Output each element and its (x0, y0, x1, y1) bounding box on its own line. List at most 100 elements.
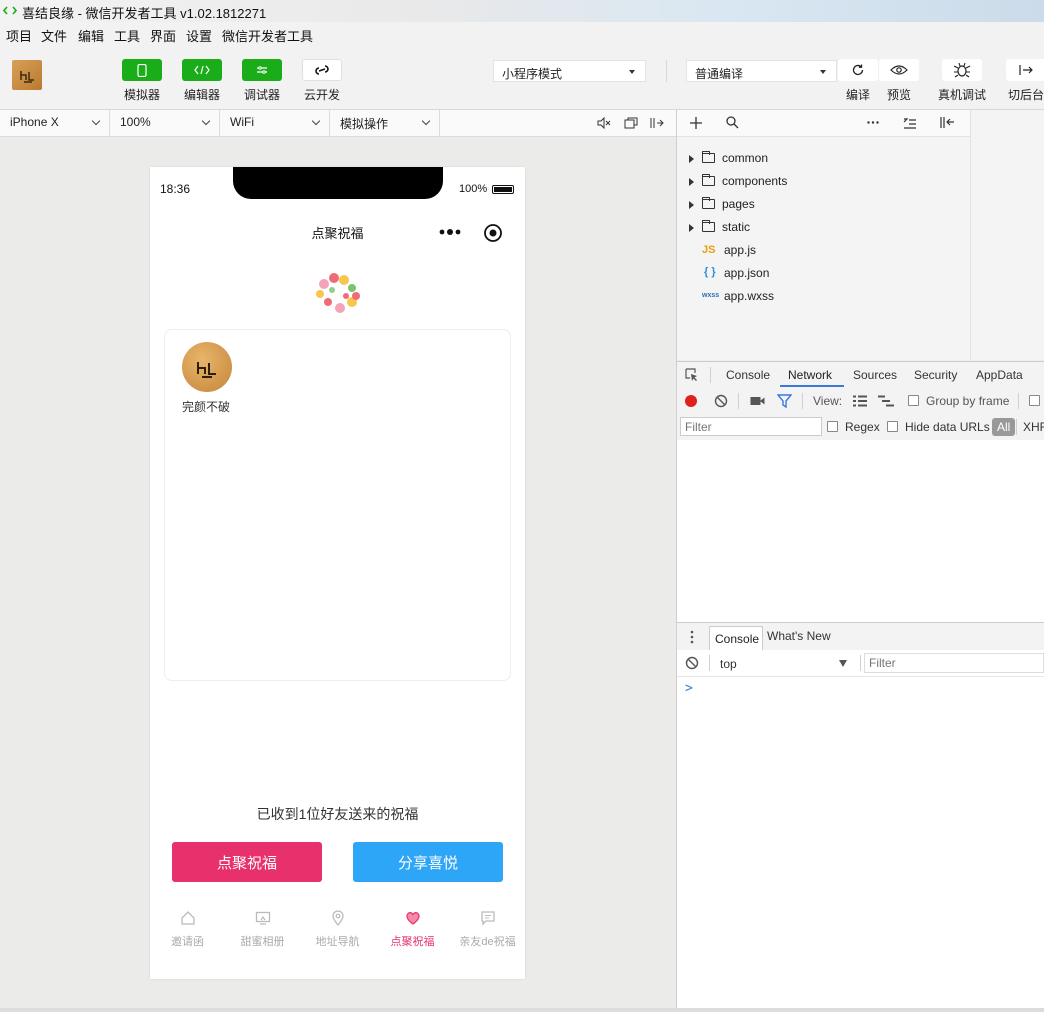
drawer-tab-label: Console (715, 632, 760, 646)
menu-item-file[interactable]: 文件 (41, 26, 67, 45)
tab-appdata[interactable]: AppData (976, 368, 1023, 382)
message-icon (480, 911, 495, 926)
context-select[interactable]: top (715, 653, 853, 673)
editor-button[interactable] (182, 59, 222, 81)
menu-item-interface[interactable]: 界面 (150, 26, 176, 45)
chevron-down-icon (311, 116, 321, 126)
tab-blessing[interactable]: 点聚祝福 (375, 910, 450, 949)
console-output[interactable]: > (677, 677, 1044, 1012)
search-icon[interactable] (726, 116, 739, 129)
tree-file-app-wxss[interactable]: wxss app.wxss (677, 285, 970, 307)
background-label: 切后台 (1007, 88, 1044, 102)
record-icon[interactable] (685, 395, 697, 407)
tab-invitation[interactable]: 邀请函 (150, 910, 225, 949)
list-view-icon[interactable] (853, 395, 867, 407)
tab-security[interactable]: Security (914, 368, 957, 382)
cloud-button[interactable] (302, 59, 342, 81)
status-battery: 100% (459, 183, 488, 195)
toolbar-divider (709, 655, 710, 671)
hide-panel-icon[interactable] (940, 116, 955, 129)
gather-blessing-button[interactable]: 点聚祝福 (172, 842, 322, 882)
expand-arrow-icon (689, 178, 694, 186)
regex-checkbox[interactable] (827, 421, 838, 432)
waterfall-view-icon[interactable] (878, 395, 894, 407)
toolbar-divider (1018, 393, 1019, 409)
clear-icon[interactable] (714, 394, 728, 408)
tree-folder-common[interactable]: common (677, 147, 970, 169)
drawer-tab-whats-new[interactable]: What's New (767, 629, 831, 643)
filter-all-button[interactable]: All (992, 418, 1016, 436)
home-icon (180, 911, 195, 925)
phone-notch (233, 167, 443, 199)
toolbar: 模拟器 编辑器 调试器 云开发 小程序模式 普通编译 编译 预览 真机调试 切后… (0, 46, 1044, 110)
close-capsule-icon[interactable] (483, 223, 503, 243)
drawer-menu-icon[interactable] (690, 630, 694, 644)
menu-item-tools[interactable]: 工具 (114, 26, 140, 45)
tab-sources[interactable]: Sources (853, 368, 897, 382)
editor-label: 编辑器 (183, 88, 220, 102)
simulator-toolbar: iPhone X 100% WiFi 模拟操作 (0, 110, 676, 137)
compile-mode-value: 普通编译 (695, 67, 744, 81)
drawer-tabs: Console What's New (677, 622, 1044, 651)
mode-select[interactable]: 小程序模式 (493, 60, 646, 82)
menu-item-edit[interactable]: 编辑 (78, 26, 104, 45)
tree-file-app-js[interactable]: JS app.js (677, 239, 970, 261)
network-select[interactable]: WiFi (220, 110, 330, 136)
expand-arrow-icon (689, 155, 694, 163)
preview-button[interactable] (879, 59, 919, 81)
network-filter-input[interactable] (680, 417, 822, 436)
dock-right-icon[interactable] (650, 117, 664, 129)
chevron-down-icon (421, 116, 431, 126)
group-by-frame-checkbox[interactable] (908, 395, 919, 406)
action-select-value: 模拟操作 (340, 117, 389, 131)
tree-folder-components[interactable]: components (677, 170, 970, 192)
network-toolbar: View: Group by frame (677, 389, 1044, 415)
tree-folder-pages[interactable]: pages (677, 193, 970, 215)
device-select-value: iPhone X (10, 115, 59, 129)
compile-button[interactable] (838, 59, 878, 81)
filter-xhr-button[interactable]: XHR (1023, 420, 1044, 434)
filter-icon[interactable] (777, 394, 792, 408)
background-button[interactable] (1006, 59, 1044, 81)
file-tree-toolbar (677, 110, 970, 137)
tree-file-app-json[interactable]: { } app.json (677, 262, 970, 284)
preview-label: 预览 (886, 88, 911, 102)
remote-debug-button[interactable] (942, 59, 982, 81)
tab-console[interactable]: Console (726, 368, 770, 382)
device-select[interactable]: iPhone X (0, 110, 110, 136)
drawer-tab-console[interactable]: Console (709, 626, 763, 650)
status-time: 18:36 (160, 182, 191, 196)
detach-window-icon[interactable] (624, 117, 638, 129)
video-camera-icon[interactable] (750, 396, 765, 406)
collapse-all-icon[interactable] (903, 117, 917, 129)
active-tab-indicator (780, 385, 844, 387)
more-icon[interactable] (439, 227, 463, 237)
tab-album[interactable]: 甜蜜相册 (225, 910, 300, 949)
preserve-log-checkbox[interactable] (1029, 395, 1040, 406)
console-filter-input[interactable] (864, 653, 1044, 673)
folder-icon (702, 220, 715, 232)
tab-friends-blessing[interactable]: 亲友de祝福 (450, 910, 525, 949)
hide-data-urls-checkbox[interactable] (887, 421, 898, 432)
folder-icon (702, 174, 715, 186)
battery-icon (492, 185, 514, 194)
avatar[interactable] (12, 60, 42, 90)
zoom-select[interactable]: 100% (110, 110, 220, 136)
inspect-element-icon[interactable] (685, 368, 699, 382)
debugger-button[interactable] (242, 59, 282, 81)
tree-folder-static[interactable]: static (677, 216, 970, 238)
menu-item-settings[interactable]: 设置 (186, 26, 212, 45)
tab-network[interactable]: Network (788, 368, 832, 382)
add-icon[interactable] (690, 117, 702, 129)
menu-item-devtools[interactable]: 微信开发者工具 (222, 26, 313, 45)
menu-item-project[interactable]: 项目 (6, 26, 32, 45)
more-icon[interactable] (867, 121, 879, 124)
share-joy-button[interactable]: 分享喜悦 (353, 842, 503, 882)
compile-mode-select[interactable]: 普通编译 (686, 60, 837, 82)
simulator-button[interactable] (122, 59, 162, 81)
tree-item-label: common (722, 151, 769, 165)
clear-console-icon[interactable] (685, 656, 699, 670)
action-select[interactable]: 模拟操作 (330, 110, 440, 136)
mute-icon[interactable] (597, 117, 611, 129)
tab-navigation[interactable]: 地址导航 (300, 910, 375, 949)
